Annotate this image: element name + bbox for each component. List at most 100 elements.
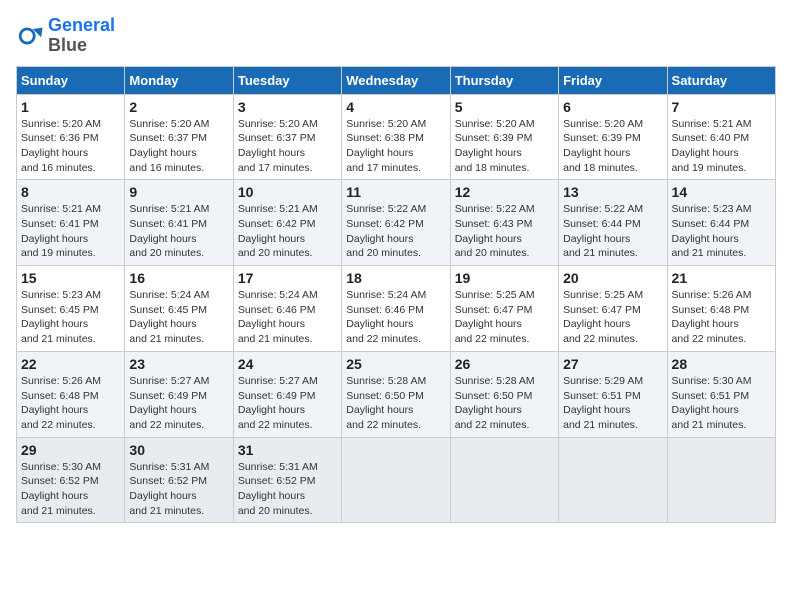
sunrise-text: Sunrise: 5:25 AM (455, 289, 535, 301)
daylight-label: Daylight hours (672, 404, 739, 416)
calendar-cell: 27Sunrise: 5:29 AMSunset: 6:51 PMDayligh… (559, 351, 667, 437)
day-info: Sunrise: 5:23 AMSunset: 6:45 PMDaylight … (21, 288, 120, 347)
daylight-label: Daylight hours (238, 233, 305, 245)
day-number: 24 (238, 356, 337, 372)
day-info: Sunrise: 5:20 AMSunset: 6:39 PMDaylight … (563, 117, 662, 176)
day-info: Sunrise: 5:28 AMSunset: 6:50 PMDaylight … (346, 374, 445, 433)
calendar-cell: 6Sunrise: 5:20 AMSunset: 6:39 PMDaylight… (559, 94, 667, 180)
calendar-cell: 3 Sunrise: 5:20 AMSunset: 6:37 PMDaylight… (233, 94, 341, 180)
day-number: 16 (129, 270, 228, 286)
day-info: Sunrise: 5:31 AMSunset: 6:52 PMDaylight … (129, 460, 228, 519)
day-number: 20 (563, 270, 662, 286)
sunrise-text: Sunrise: 5:30 AM (672, 375, 752, 387)
day-number: 26 (455, 356, 554, 372)
day-info: Sunrise: 5:29 AMSunset: 6:51 PMDaylight … (563, 374, 662, 433)
sunrise-text: Sunrise: 5:20 AM (563, 118, 643, 130)
sunset-text: Sunset: 6:52 PM (129, 475, 207, 487)
calendar-cell (450, 437, 558, 523)
sunrise-text: Sunrise: 5:20 AM (129, 118, 209, 130)
sunset-text: Sunset: 6:41 PM (129, 218, 207, 230)
sunrise-text: Sunrise: 5:22 AM (346, 203, 426, 215)
day-number: 2 (129, 99, 228, 115)
logo-icon (16, 22, 44, 50)
calendar-week-row: 22Sunrise: 5:26 AMSunset: 6:48 PMDayligh… (17, 351, 776, 437)
sunset-text: Sunset: 6:44 PM (563, 218, 641, 230)
column-header-sunday: Sunday (17, 66, 125, 94)
daylight-duration: and 22 minutes. (563, 333, 638, 345)
calendar-cell: 20Sunrise: 5:25 AMSunset: 6:47 PMDayligh… (559, 266, 667, 352)
daylight-label: Daylight hours (129, 318, 196, 330)
day-number: 1 (21, 99, 120, 115)
calendar-week-row: 29 Sunrise: 5:30 AM Sunset: 6:52 PM Dayligh… (17, 437, 776, 523)
daylight-duration: and 22 minutes. (672, 333, 747, 345)
daylight-duration: and 20 minutes. (238, 505, 313, 517)
calendar-cell: 19Sunrise: 5:25 AMSunset: 6:47 PMDayligh… (450, 266, 558, 352)
daylight-label: Daylight hours (455, 318, 522, 330)
daylight-label: Daylight hours (129, 404, 196, 416)
sunset-text: Sunset: 6:47 PM (455, 304, 533, 316)
sunset-text: Sunset: 6:49 PM (129, 390, 207, 402)
sunset-text: Sunset: 6:50 PM (455, 390, 533, 402)
day-number: 13 (563, 184, 662, 200)
daylight-label: Daylight hours (238, 490, 305, 502)
day-info: Sunrise: 5:21 AMSunset: 6:41 PMDaylight … (129, 202, 228, 261)
sunrise-text: Sunrise: 5:24 AM (238, 289, 318, 301)
calendar-cell: 15Sunrise: 5:23 AMSunset: 6:45 PMDayligh… (17, 266, 125, 352)
daylight-duration: and 21 minutes. (672, 419, 747, 431)
sunset-text: Sunset: 6:48 PM (21, 390, 99, 402)
day-info: Sunrise: 5:23 AMSunset: 6:44 PMDaylight … (672, 202, 771, 261)
day-number: 6 (563, 99, 662, 115)
sunrise-text: Sunrise: 5:26 AM (672, 289, 752, 301)
calendar-cell (559, 437, 667, 523)
day-info: Sunrise: 5:20 AMSunset: 6:37 PMDaylight … (238, 117, 337, 176)
day-number: 12 (455, 184, 554, 200)
sunrise-text: Sunrise: 5:20 AM (455, 118, 535, 130)
day-info: Sunrise: 5:21 AM Sunset: 6:42 PM Daylight … (238, 202, 337, 261)
calendar-week-row: 15Sunrise: 5:23 AMSunset: 6:45 PMDayligh… (17, 266, 776, 352)
daylight-label: Daylight hours (563, 404, 630, 416)
sunset-text: Sunset: 6:45 PM (21, 304, 99, 316)
daylight-label: Daylight hours (672, 147, 739, 159)
calendar-cell: 10Sunrise: 5:21 AMSunset: 6:42 PMDayligh… (233, 180, 341, 266)
daylight-label: Daylight hours (21, 233, 88, 245)
daylight-duration: and 19 minutes. (21, 247, 96, 259)
daylight-label: Daylight hours (129, 233, 196, 245)
header: GeneralBlue (16, 16, 776, 56)
day-info: Sunrise: 5:20 AMSunset: 6:36 PMDaylight … (21, 117, 120, 176)
column-header-saturday: Saturday (667, 66, 775, 94)
sunset-text: Sunset: 6:39 PM (563, 132, 641, 144)
sunrise-text: Sunrise: 5:20 AM (346, 118, 426, 130)
calendar-cell: 29Sunrise: 5:30 AMSunset: 6:52 PMDayligh… (17, 437, 125, 523)
daylight-duration: and 17 minutes. (346, 162, 421, 174)
sunset-text: Sunset: 6:42 PM (238, 218, 316, 230)
daylight-label: Daylight hours (129, 490, 196, 502)
sunrise-text: Sunrise: 5:30 AM (21, 461, 101, 473)
day-number: 28 (672, 356, 771, 372)
sunrise-text: Sunrise: 5:28 AM (346, 375, 426, 387)
calendar-cell: 23Sunrise: 5:27 AMSunset: 6:49 PMDayligh… (125, 351, 233, 437)
sunrise-text: Sunrise: 5:26 AM (21, 375, 101, 387)
day-number: 30 (129, 442, 228, 458)
sunset-text: Sunset: 6:37 PM (238, 132, 316, 144)
day-info: Sunrise: 5:26 AMSunset: 6:48 PMDaylight … (21, 374, 120, 433)
calendar-cell: 17Sunrise: 5:24 AMSunset: 6:46 PMDayligh… (233, 266, 341, 352)
calendar-cell: 9Sunrise: 5:21 AMSunset: 6:41 PMDaylight… (125, 180, 233, 266)
sunset-text: Sunset: 6:48 PM (672, 304, 750, 316)
calendar-cell: 26Sunrise: 5:28 AMSunset: 6:50 PMDayligh… (450, 351, 558, 437)
day-number: 25 (346, 356, 445, 372)
day-info: Sunrise: 5:31 AMSunset: 6:52 PMDaylight … (238, 460, 337, 519)
day-number: 4 (346, 99, 445, 115)
day-number: 29 (21, 442, 120, 458)
calendar-cell (342, 437, 450, 523)
daylight-label: Daylight hours (455, 147, 522, 159)
daylight-label: Daylight hours (346, 233, 413, 245)
logo: GeneralBlue (16, 16, 115, 56)
daylight-label: Daylight hours (129, 147, 196, 159)
calendar-header-row: SundayMondayTuesdayWednesdayThursdayFrid… (17, 66, 776, 94)
daylight-label: Daylight hours (346, 318, 413, 330)
day-number: 3 (238, 99, 337, 115)
daylight-label: Daylight hours (346, 147, 413, 159)
day-info: Sunrise: 5:22 AMSunset: 6:42 PMDaylight … (346, 202, 445, 261)
daylight-label: Daylight hours (21, 147, 88, 159)
sunrise-text: Sunrise: 5:21 AM (238, 203, 318, 215)
